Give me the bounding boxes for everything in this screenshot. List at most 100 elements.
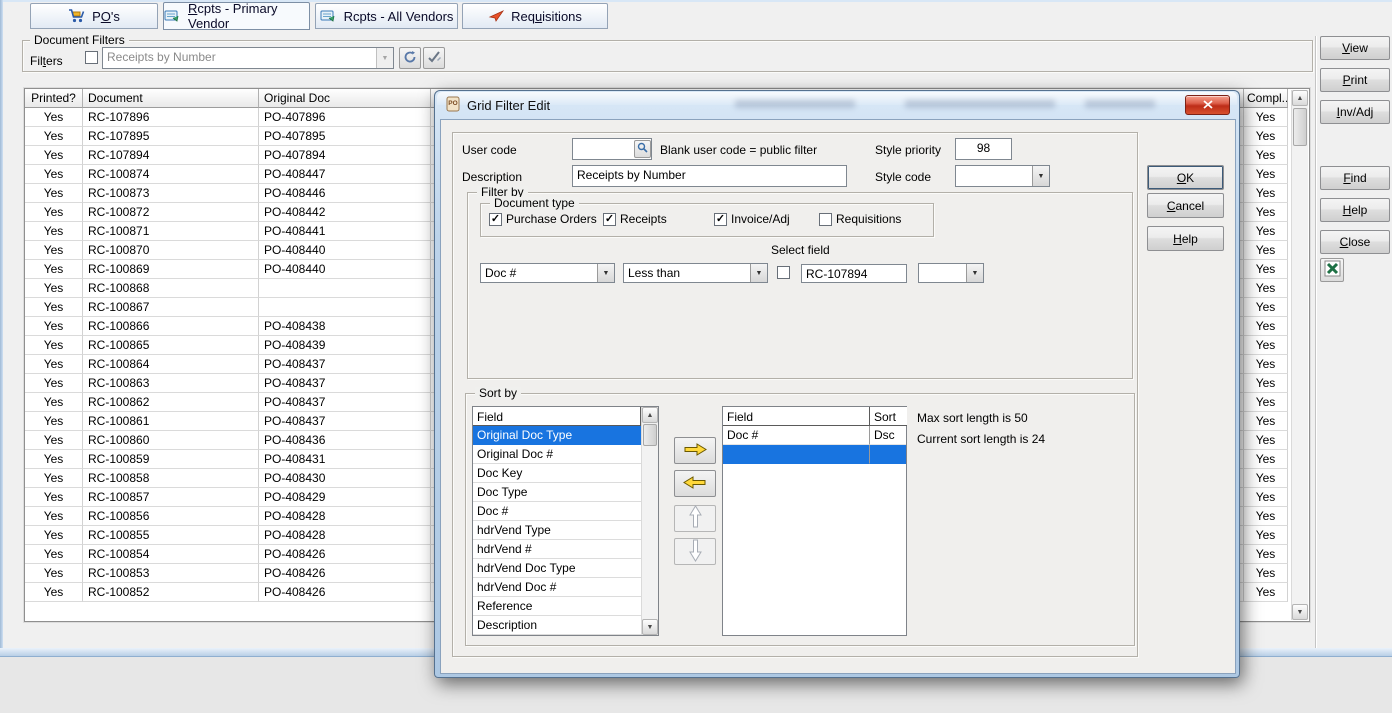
svg-text:PO: PO	[448, 100, 457, 107]
move-sort-up-button[interactable]	[674, 505, 716, 532]
scrollbar-thumb[interactable]	[1293, 108, 1307, 146]
reload-filter-button[interactable]	[399, 47, 421, 69]
chosen-field-header[interactable]: Field	[723, 407, 870, 426]
cell-printed: Yes	[25, 260, 83, 279]
style-priority-field[interactable]: 98	[955, 138, 1012, 160]
column-header-original-doc[interactable]: Original Doc	[259, 89, 431, 108]
chevron-down-icon[interactable]: ▼	[597, 264, 614, 282]
available-list-header[interactable]: Field	[473, 407, 641, 426]
sort-field-option[interactable]: hdrVend Doc Type	[473, 559, 641, 578]
user-code-lookup-button[interactable]	[634, 140, 651, 158]
filter-extra-combo[interactable]: ▼	[918, 263, 984, 283]
sort-field-option[interactable]: Original Doc #	[473, 445, 641, 464]
cell-printed: Yes	[25, 545, 83, 564]
cell-printed: Yes	[25, 336, 83, 355]
filters-checkbox[interactable]	[85, 51, 98, 64]
scroll-up-icon[interactable]: ▲	[642, 407, 658, 423]
sort-field-option[interactable]: Doc #	[473, 502, 641, 521]
sort-by-label: Sort by	[475, 387, 521, 399]
cell-document: RC-100866	[83, 317, 259, 336]
sort-field-option[interactable]: Doc Type	[473, 483, 641, 502]
tab-requisitions[interactable]: Requisitions	[462, 3, 608, 29]
chevron-down-icon[interactable]: ▼	[750, 264, 767, 282]
document-type-checkbox[interactable]	[714, 213, 727, 226]
cell-original-doc: PO-408441	[259, 222, 431, 241]
document-type-option[interactable]: Receipts	[603, 212, 714, 226]
chevron-down-icon[interactable]: ▼	[1032, 166, 1049, 186]
inv-adj-button[interactable]: Inv/Adj	[1320, 100, 1390, 124]
tab-rcpts-all-vendors[interactable]: Rcpts - All Vendors	[315, 3, 458, 29]
select-field-combo[interactable]: Doc # ▼	[480, 263, 615, 283]
sort-field-option[interactable]: hdrVend #	[473, 540, 641, 559]
sort-field-option[interactable]: Doc Key	[473, 464, 641, 483]
scroll-down-icon[interactable]: ▼	[642, 619, 658, 635]
close-button[interactable]: Close	[1320, 230, 1390, 254]
description-field[interactable]: Receipts by Number	[572, 165, 847, 187]
tab-rcpts-primary-vendor[interactable]: Rcpts - Primary Vendor	[163, 2, 310, 30]
sort-field-option[interactable]: hdrVend Type	[473, 521, 641, 540]
cell-printed: Yes	[25, 146, 83, 165]
ok-button[interactable]: OK	[1147, 165, 1224, 190]
tab-label: Requisitions	[511, 9, 582, 24]
find-button-label: Find	[1343, 171, 1366, 185]
available-list-scrollbar[interactable]: ▲ ▼	[641, 407, 658, 635]
document-type-option[interactable]: Invoice/Adj	[714, 212, 819, 226]
cell-printed: Yes	[25, 564, 83, 583]
column-header-document[interactable]: Document	[83, 89, 259, 108]
chosen-sort-cell: Dsc	[870, 426, 906, 445]
export-to-excel-button[interactable]	[1320, 258, 1344, 282]
document-type-checkbox[interactable]	[603, 213, 616, 226]
column-header-printed[interactable]: Printed?	[25, 89, 83, 108]
cell-original-doc: PO-408429	[259, 488, 431, 507]
sort-chosen-row[interactable]: Doc # Dsc	[723, 426, 906, 445]
dialog-close-button[interactable]	[1185, 95, 1230, 115]
cell-complete: Yes	[1244, 298, 1288, 317]
operator-combo[interactable]: Less than ▼	[623, 263, 768, 283]
sort-field-option[interactable]: hdrVend Doc #	[473, 578, 641, 597]
filter-select-combo[interactable]: Receipts by Number ▼	[102, 47, 394, 69]
dialog-title-bar[interactable]	[435, 91, 1241, 119]
dialog-help-button[interactable]: Help	[1147, 226, 1224, 251]
help-button[interactable]: Help	[1320, 198, 1390, 222]
chosen-list-header: Field Sort	[723, 407, 907, 426]
cell-original-doc: PO-408428	[259, 526, 431, 545]
cell-document: RC-100856	[83, 507, 259, 526]
cancel-button[interactable]: Cancel	[1147, 193, 1224, 218]
not-checkbox[interactable]	[777, 266, 790, 279]
cell-complete: Yes	[1244, 564, 1288, 583]
column-header-complete[interactable]: Compl...	[1244, 89, 1288, 108]
scrollbar-thumb[interactable]	[643, 424, 657, 446]
chevron-down-icon[interactable]: ▼	[966, 264, 983, 282]
document-type-checkbox[interactable]	[819, 213, 832, 226]
remove-sort-field-button[interactable]	[674, 470, 716, 497]
style-code-combo[interactable]: ▼	[955, 165, 1050, 187]
filter-value-field[interactable]: RC-107894	[801, 264, 907, 283]
sort-field-option[interactable]: Reference	[473, 597, 641, 616]
chosen-sort-header[interactable]: Sort	[870, 407, 907, 426]
description-label: Description	[462, 170, 522, 184]
document-type-checkbox[interactable]	[489, 213, 502, 226]
view-button[interactable]: View	[1320, 36, 1390, 60]
scroll-down-icon[interactable]: ▼	[1292, 604, 1308, 620]
sort-field-option[interactable]: Original Doc Type	[473, 426, 641, 445]
chevron-down-icon[interactable]: ▼	[376, 48, 393, 68]
cell-complete: Yes	[1244, 165, 1288, 184]
move-sort-down-button[interactable]	[674, 538, 716, 565]
document-type-option[interactable]: Purchase Orders	[489, 212, 603, 226]
tab-pos[interactable]: PO's	[30, 3, 158, 29]
edit-filter-button[interactable]	[423, 47, 445, 69]
user-code-label: User code	[462, 143, 517, 157]
print-button[interactable]: Print	[1320, 68, 1390, 92]
cell-document: RC-100864	[83, 355, 259, 374]
sort-field-option[interactable]: Description	[473, 616, 641, 635]
add-sort-field-button[interactable]	[674, 437, 716, 464]
scroll-up-icon[interactable]: ▲	[1292, 90, 1308, 106]
sort-chosen-row[interactable]	[723, 445, 906, 464]
cell-original-doc: PO-407894	[259, 146, 431, 165]
cell-complete: Yes	[1244, 279, 1288, 298]
cell-original-doc: PO-408428	[259, 507, 431, 526]
grid-vertical-scrollbar[interactable]: ▲ ▼	[1291, 90, 1308, 620]
document-type-option[interactable]: Requisitions	[819, 212, 919, 226]
cell-printed: Yes	[25, 279, 83, 298]
find-button[interactable]: Find	[1320, 166, 1390, 190]
